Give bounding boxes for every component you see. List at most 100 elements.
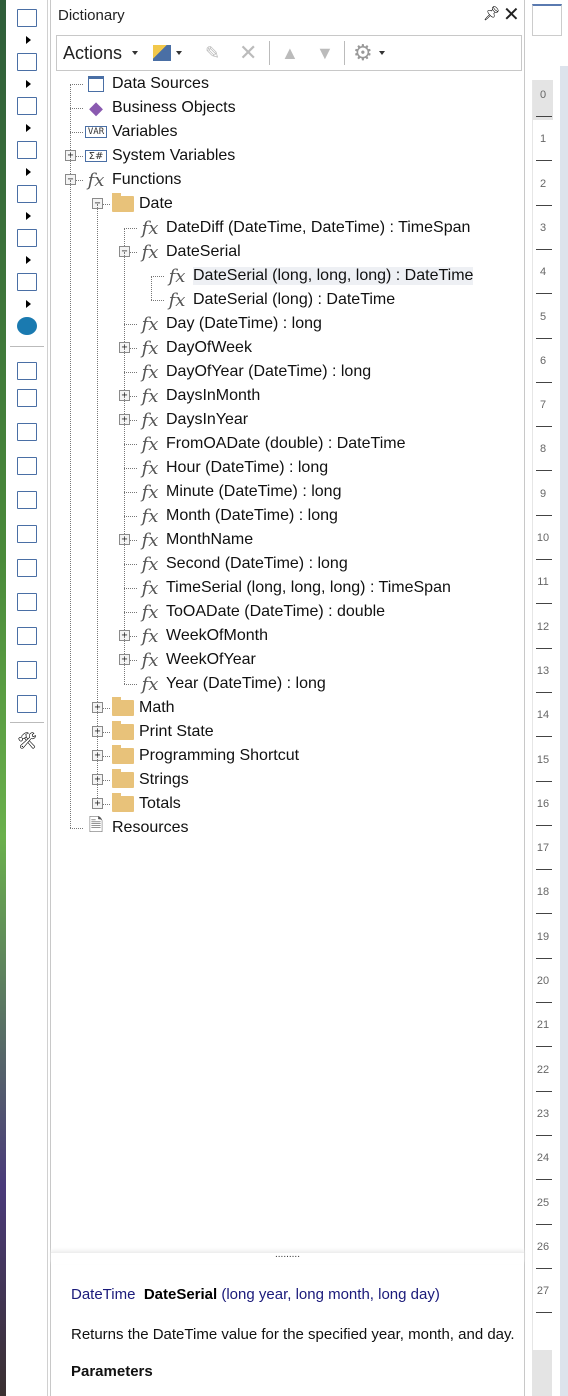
chart-icon[interactable]	[14, 225, 40, 251]
page-header-band-icon[interactable]	[14, 385, 40, 411]
folder-icon	[112, 721, 134, 742]
vertical-ruler: 0 1 2 3 4 5 6 7 8 9 10 11 12 13 14 15 16 17 18 19 20 21 22 23 24…	[532, 80, 553, 1350]
tree-connector	[124, 684, 137, 685]
text-icon[interactable]	[14, 93, 40, 119]
function-icon: fx	[168, 289, 186, 311]
report-title-band-icon[interactable]	[14, 358, 40, 384]
pin-icon[interactable]: 📌︎	[483, 5, 501, 22]
ruler-tick	[536, 337, 552, 339]
tree-item[interactable]: fx DayOfYear (DateTime) : long	[139, 361, 372, 383]
move-up-button[interactable]: ▲	[281, 36, 299, 70]
tree-item[interactable]: Strings	[112, 769, 189, 791]
gear-icon: ⚙	[353, 40, 373, 65]
ruler-number: 10	[536, 532, 550, 544]
ruler-number: 9	[539, 487, 547, 500]
tree-item[interactable]: fx DaysInMonth	[139, 385, 261, 407]
tree-item-label: Month (DateTime) : long	[166, 507, 338, 524]
tree-item[interactable]: fx DateSerial (long) : DateTime	[166, 289, 396, 311]
data-sources-icon	[88, 76, 104, 92]
tree-item[interactable]: fx Second (DateTime) : long	[139, 553, 348, 575]
tree-item[interactable]: fx FromOADate (double) : DateTime	[139, 433, 406, 455]
image-icon[interactable]	[14, 657, 40, 683]
edit-button[interactable]: ✎	[205, 36, 220, 70]
splitter-handle[interactable]: .........	[51, 1250, 524, 1264]
tree-item[interactable]: Data Sources	[85, 73, 209, 95]
tree-item[interactable]: fx MonthName	[139, 529, 254, 551]
tree-item[interactable]: fx Day (DateTime) : long	[139, 313, 322, 335]
group-header-icon[interactable]	[14, 487, 40, 513]
toolbar-separator	[344, 41, 345, 65]
delete-button[interactable]: ✕	[239, 36, 257, 70]
actions-menu-button[interactable]: Actions	[63, 36, 139, 70]
tree-item[interactable]: fx DayOfWeek	[139, 337, 252, 359]
page-tab[interactable]	[532, 4, 562, 36]
footer-band-icon[interactable]	[14, 453, 40, 479]
tree-item[interactable]: Programming Shortcut	[112, 745, 299, 767]
close-icon[interactable]: ✕	[503, 2, 520, 27]
tree-item[interactable]: fx DateDiff (DateTime, DateTime) : TimeSp…	[139, 217, 471, 239]
tree-item[interactable]: ◆ Business Objects	[85, 97, 236, 119]
ruler-tick	[536, 248, 552, 250]
expand-arrow-icon[interactable]	[26, 124, 31, 132]
text-component-icon[interactable]	[14, 623, 40, 649]
header-band-icon[interactable]	[14, 419, 40, 445]
folder-icon	[112, 193, 134, 214]
expand-arrow-icon[interactable]	[26, 212, 31, 220]
tree-item[interactable]: fx ToOADate (DateTime) : double	[139, 601, 385, 623]
tree-item[interactable]: fx Hour (DateTime) : long	[139, 457, 329, 479]
group-footer-icon[interactable]	[14, 521, 40, 547]
gauge-icon[interactable]	[14, 269, 40, 295]
tree-item[interactable]: Σ# System Variables	[85, 145, 235, 167]
expand-arrow-icon[interactable]	[26, 168, 31, 176]
table-icon[interactable]	[14, 49, 40, 75]
tree-item-label: DateSerial (long) : DateTime	[193, 291, 396, 308]
tree-item[interactable]: fx DateSerial (long, long, long) : DateTi…	[166, 265, 474, 287]
tree-item[interactable]: fx DaysInYear	[139, 409, 249, 431]
tree-item-label: Functions	[112, 171, 182, 188]
tree-item[interactable]: fx Year (DateTime) : long	[139, 673, 326, 695]
tree-item[interactable]: Print State	[112, 721, 214, 743]
tools-icon[interactable]: 🛠	[14, 727, 40, 753]
tree-item[interactable]: 🗎 Resources	[85, 815, 189, 839]
ruler-number: 16	[536, 797, 550, 810]
tree-item-label: Date	[139, 195, 173, 212]
tree-connector	[151, 300, 164, 301]
tree-item[interactable]: Totals	[112, 793, 181, 815]
tree-item[interactable]: fx Month (DateTime) : long	[139, 505, 338, 527]
expand-arrow-icon[interactable]	[26, 300, 31, 308]
tree-item[interactable]: fx TimeSerial (long, long, long) : TimeSp…	[139, 577, 451, 599]
tree-item-label: Totals	[139, 795, 181, 812]
barcode-icon[interactable]	[14, 137, 40, 163]
tree-item[interactable]: Date	[112, 193, 173, 215]
settings-button[interactable]: ⚙	[353, 36, 385, 70]
new-item-button[interactable]	[153, 36, 183, 70]
expand-arrow-icon[interactable]	[26, 36, 31, 44]
ruler-tick	[536, 293, 552, 295]
actions-label: Actions	[63, 42, 123, 63]
expand-icon[interactable]: +	[92, 798, 103, 809]
page-icon[interactable]	[14, 5, 40, 31]
shapes-icon[interactable]	[14, 181, 40, 207]
folder-shape	[112, 745, 134, 764]
expand-arrow-icon[interactable]	[26, 256, 31, 264]
data-band-icon[interactable]	[14, 555, 40, 581]
rich-text-icon[interactable]	[14, 691, 40, 717]
tree-item[interactable]: Math	[112, 697, 175, 719]
tree-item[interactable]: fx WeekOfMonth	[139, 625, 268, 647]
tree-item[interactable]: fx Functions	[85, 169, 182, 191]
tree-connector	[151, 276, 152, 300]
tree-item[interactable]: fx Minute (DateTime) : long	[139, 481, 342, 503]
map-icon[interactable]	[14, 313, 40, 339]
tree-item-label: ToOADate (DateTime) : double	[166, 603, 386, 620]
components-toolbar: 🛠	[6, 0, 48, 1396]
tree-item[interactable]: fx DateSerial	[139, 241, 241, 263]
chart-glyph	[17, 229, 37, 247]
move-down-button[interactable]: ▼	[316, 36, 334, 70]
expand-arrow-icon[interactable]	[26, 80, 31, 88]
tree-item[interactable]: fx WeekOfYear	[139, 649, 256, 671]
tree-item-label: Resources	[112, 819, 189, 836]
tree-item[interactable]: VAR Variables	[85, 121, 178, 143]
hierarchical-band-icon[interactable]	[14, 589, 40, 615]
ruler-tick	[536, 647, 552, 649]
tree-item-label: Second (DateTime) : long	[166, 555, 348, 572]
